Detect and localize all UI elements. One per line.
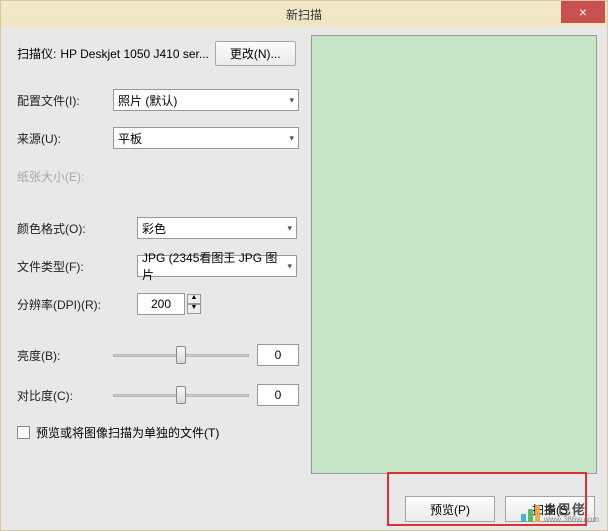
source-value: 平板: [118, 130, 142, 147]
resolution-down-button[interactable]: ▼: [187, 304, 201, 314]
brightness-label: 亮度(B):: [17, 347, 113, 364]
resolution-label: 分辨率(DPI)(R):: [17, 296, 113, 313]
preview-button[interactable]: 预览(P): [405, 496, 495, 522]
chevron-down-icon: ▾: [287, 223, 292, 234]
color-format-label: 颜色格式(O):: [17, 220, 113, 237]
source-select[interactable]: 平板 ▾: [113, 127, 299, 149]
scanner-name: HP Deskjet 1050 J410 ser...: [60, 47, 209, 61]
scan-dialog: 新扫描 × 扫描仪: HP Deskjet 1050 J410 ser... 更…: [0, 0, 608, 531]
color-format-select[interactable]: 彩色 ▾: [137, 217, 297, 239]
file-type-select[interactable]: JPG (2345看图王 JPG 图片 ▾: [137, 255, 297, 277]
profile-select[interactable]: 照片 (默认) ▾: [113, 89, 299, 111]
contrast-label: 对比度(C):: [17, 387, 113, 404]
contrast-input[interactable]: [257, 384, 299, 406]
color-format-value: 彩色: [142, 220, 166, 237]
source-label: 来源(U):: [17, 130, 113, 147]
scanner-label: 扫描仪:: [17, 45, 56, 62]
brightness-slider[interactable]: [113, 345, 249, 365]
resolution-up-button[interactable]: ▲: [187, 294, 201, 304]
window-title: 新扫描: [1, 6, 607, 23]
profile-value: 照片 (默认): [118, 92, 177, 109]
footer: 预览(P) 扫描(S: [405, 496, 595, 522]
scan-button[interactable]: 扫描(S: [505, 496, 595, 522]
change-scanner-button[interactable]: 更改(N)...: [215, 41, 296, 66]
separate-files-label: 预览或将图像扫描为单独的文件(T): [36, 424, 219, 441]
paper-size-label: 纸张大小(E):: [17, 168, 113, 185]
file-type-label: 文件类型(F):: [17, 258, 113, 275]
file-type-value: JPG (2345看图王 JPG 图片: [142, 249, 287, 283]
profile-label: 配置文件(I):: [17, 92, 113, 109]
chevron-down-icon: ▾: [289, 133, 294, 144]
preview-area: [311, 35, 597, 474]
close-button[interactable]: ×: [561, 1, 605, 23]
resolution-input[interactable]: [137, 293, 185, 315]
form-panel: 扫描仪: HP Deskjet 1050 J410 ser... 更改(N)..…: [1, 27, 311, 482]
chevron-down-icon: ▾: [289, 95, 294, 106]
contrast-slider[interactable]: [113, 385, 249, 405]
separate-files-checkbox[interactable]: [17, 426, 30, 439]
brightness-input[interactable]: [257, 344, 299, 366]
chevron-down-icon: ▾: [287, 261, 292, 272]
titlebar: 新扫描 ×: [1, 1, 607, 27]
